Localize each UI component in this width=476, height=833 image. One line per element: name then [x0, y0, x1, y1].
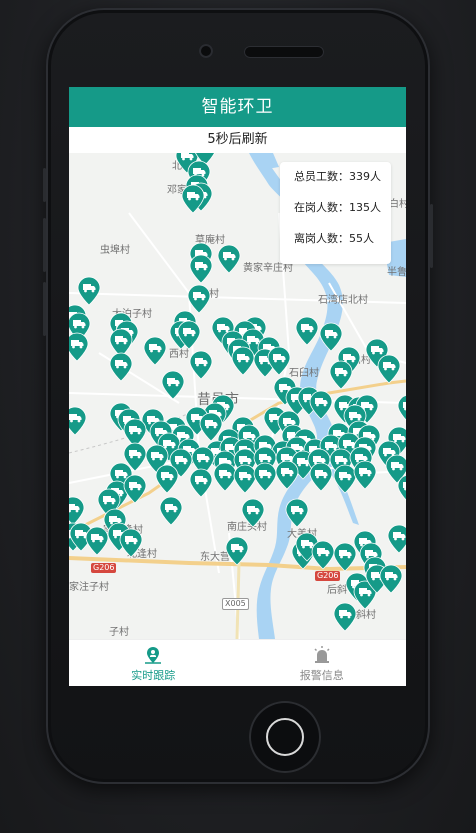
- tab-realtime-tracking[interactable]: 实时跟踪: [69, 640, 238, 686]
- vehicle-pin[interactable]: [161, 370, 185, 400]
- stat-off-duty-value: 55人: [349, 232, 374, 245]
- vehicle-pin[interactable]: [319, 322, 343, 352]
- vehicle-pin[interactable]: [119, 528, 143, 558]
- tab-label: 报警信息: [299, 669, 344, 682]
- vehicle-pin[interactable]: [225, 536, 249, 566]
- stat-on-duty-row: 在岗人数：135人: [294, 201, 391, 232]
- vehicle-pin[interactable]: [397, 395, 406, 423]
- vehicle-pin[interactable]: [123, 474, 147, 504]
- vehicle-pin[interactable]: [159, 496, 183, 526]
- vehicle-pin[interactable]: [253, 462, 277, 492]
- app-screen: 智能环卫 5秒后刷新 北 邓家 草庵村 虫埠村 黄家辛庄村 大泊子村 石湾店北村…: [69, 87, 406, 686]
- vehicle-pin[interactable]: [77, 276, 101, 306]
- stat-off-duty-label: 离岗人数：: [294, 232, 349, 245]
- side-button: [43, 218, 46, 272]
- stat-total-value: 339人: [349, 170, 381, 183]
- earpiece-speaker: [244, 46, 324, 58]
- tab-label: 实时跟踪: [131, 669, 176, 682]
- map-pin-person-icon: [145, 647, 162, 664]
- map-view[interactable]: 北 邓家 草庵村 虫埠村 黄家辛庄村 家村 大泊子村 石湾店北村 初曲村 石臼村…: [69, 153, 406, 639]
- side-button: [43, 168, 46, 202]
- stat-on-duty-label: 在岗人数：: [294, 201, 349, 214]
- vehicle-pin[interactable]: [69, 332, 89, 362]
- vehicle-pin[interactable]: [387, 524, 406, 554]
- vehicle-pin[interactable]: [285, 498, 309, 528]
- staff-stats-panel: 总员工数：339人 在岗人数：135人 离岗人数：55人: [280, 162, 391, 264]
- side-button: [43, 282, 46, 336]
- vehicle-pin[interactable]: [379, 564, 403, 594]
- vehicle-pin[interactable]: [267, 346, 291, 376]
- vehicle-pin[interactable]: [329, 360, 353, 390]
- vehicle-pin[interactable]: [295, 316, 319, 346]
- alarm-light-icon: [314, 646, 330, 663]
- vehicle-pin[interactable]: [69, 496, 85, 526]
- home-button[interactable]: [249, 701, 321, 773]
- vehicle-pin[interactable]: [187, 284, 211, 314]
- vehicle-pin[interactable]: [275, 460, 299, 490]
- truck-icon: [403, 482, 406, 488]
- page-title: 智能环卫: [69, 87, 406, 127]
- vehicle-pin[interactable]: [311, 540, 335, 570]
- refresh-countdown: 5秒后刷新: [69, 127, 406, 153]
- vehicle-pin[interactable]: [155, 464, 179, 494]
- stat-total-label: 总员工数：: [294, 170, 349, 183]
- home-button-ring: [266, 718, 304, 756]
- stat-on-duty-value: 135人: [349, 201, 381, 214]
- vehicle-pin[interactable]: [69, 406, 87, 436]
- side-button: [430, 204, 433, 268]
- vehicle-pin[interactable]: [377, 354, 401, 384]
- vehicle-pin[interactable]: [109, 352, 133, 382]
- vehicle-pin[interactable]: [333, 542, 357, 572]
- vehicle-pin[interactable]: [85, 526, 109, 556]
- vehicle-pin[interactable]: [189, 350, 213, 380]
- vehicle-pin[interactable]: [333, 602, 357, 632]
- vehicle-pin[interactable]: [217, 244, 241, 274]
- vehicle-pin[interactable]: [189, 254, 213, 284]
- vehicle-pin[interactable]: [143, 336, 167, 366]
- vehicle-pin[interactable]: [241, 498, 265, 528]
- stat-total-row: 总员工数：339人: [294, 170, 391, 201]
- front-camera: [199, 44, 213, 58]
- vehicle-pin[interactable]: [333, 464, 357, 494]
- vehicle-pin[interactable]: [309, 462, 333, 492]
- vehicle-pin[interactable]: [189, 468, 213, 498]
- vehicle-pin[interactable]: [231, 346, 255, 376]
- stat-off-duty-row: 离岗人数：55人: [294, 232, 391, 263]
- vehicle-pin[interactable]: [309, 390, 333, 420]
- truck-icon: [403, 402, 406, 408]
- tab-alarm-info[interactable]: 报警信息: [238, 640, 407, 686]
- bottom-tab-bar: 实时跟踪 报警信息: [69, 639, 406, 686]
- vehicle-pin[interactable]: [213, 462, 237, 492]
- vehicle-pin[interactable]: [233, 464, 257, 494]
- vehicle-pin[interactable]: [353, 460, 377, 490]
